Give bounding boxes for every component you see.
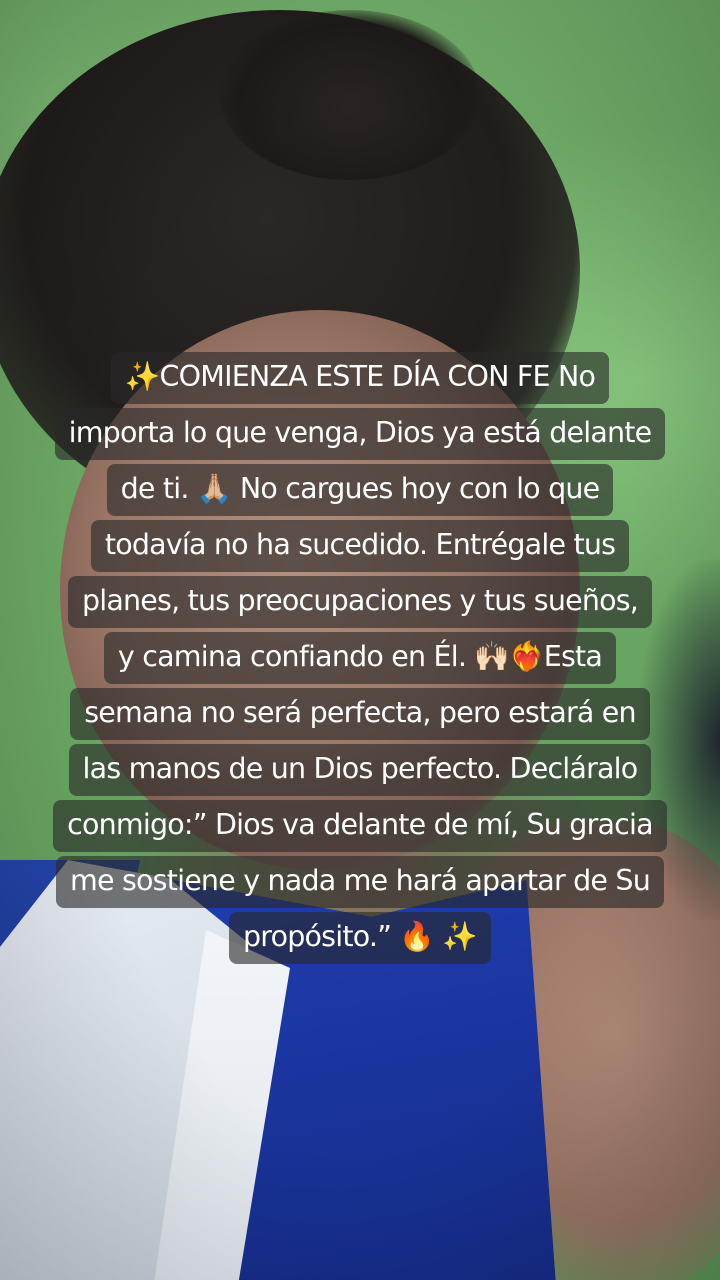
caption-line: planes, tus preocupaciones y tus sueños,	[67, 576, 653, 628]
caption-overlay: ✨COMIENZA ESTE DÍA CON FE No importa lo …	[0, 352, 720, 968]
caption-line: conmigo:” Dios va delante de mí, Su grac…	[53, 800, 667, 852]
caption-line: importa lo que venga, Dios ya está delan…	[54, 408, 666, 460]
caption-line: ✨COMIENZA ESTE DÍA CON FE No	[110, 352, 610, 404]
caption-line: me sostiene y nada me hará apartar de Su	[56, 856, 664, 908]
caption-line: de ti. 🙏🏼 No cargues hoy con lo que	[106, 464, 614, 516]
caption-line: y camina confiando en Él. 🙌🏻❤️‍🔥Esta	[103, 632, 617, 684]
caption-line: propósito.” 🔥 ✨	[229, 912, 491, 964]
caption-line: todavía no ha sucedido. Entrégale tus	[90, 520, 630, 572]
caption-line: las manos de un Dios perfecto. Decláralo	[68, 744, 652, 796]
caption-line: semana no será perfecta, pero estará en	[70, 688, 650, 740]
